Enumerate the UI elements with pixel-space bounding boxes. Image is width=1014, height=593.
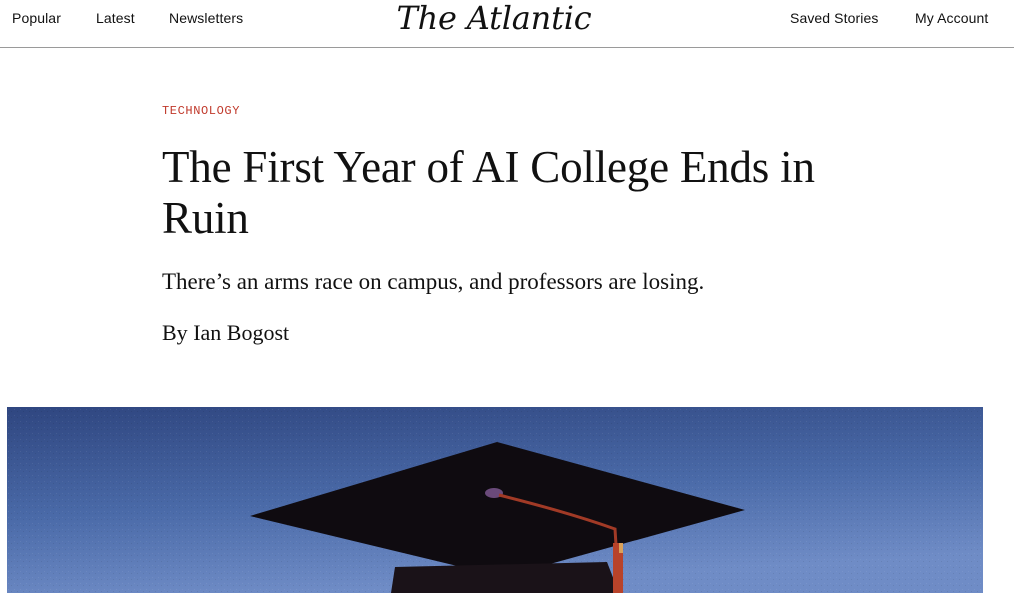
graduation-cap-photo [7,407,983,593]
nav-my-account-link[interactable]: My Account [915,10,988,26]
article-headline: The First Year of AI College Ends in Rui… [162,142,815,243]
author-link[interactable]: Ian Bogost [193,320,289,345]
site-logo-text[interactable]: The Atlantic [396,0,591,37]
cap-body [391,562,619,593]
article-byline: By Ian Bogost [162,318,289,348]
hero-image [7,407,983,593]
article-dek: There’s an arms race on campus, and prof… [162,269,705,294]
tassel-charm [619,543,623,553]
byline-prefix: By [162,320,188,345]
top-navigation-bar: Popular Latest Newsletters The Atlantic … [0,0,1014,48]
nav-saved-stories-link[interactable]: Saved Stories [790,10,878,26]
section-tag-link[interactable]: TECHNOLOGY [162,104,240,118]
